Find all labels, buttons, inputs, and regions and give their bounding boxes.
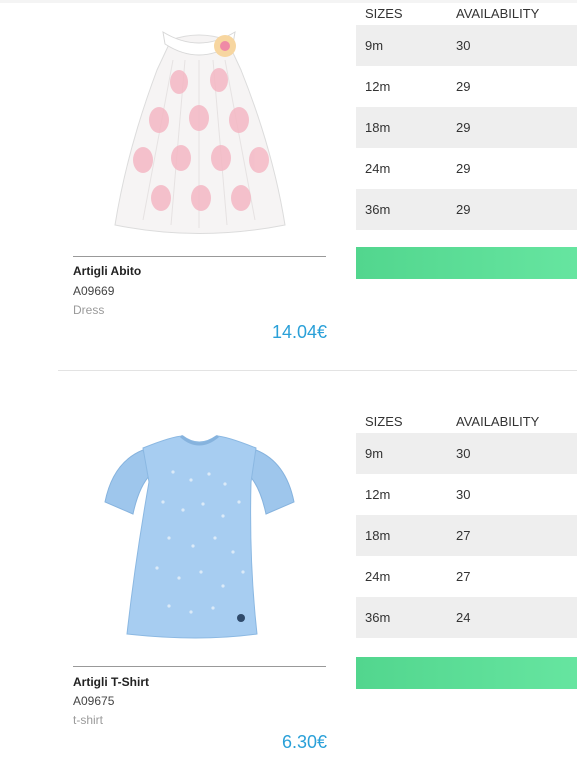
availability-cell: 30: [456, 487, 471, 502]
availability-cell: 27: [447, 515, 577, 556]
product-code: A09669: [73, 284, 115, 298]
sizes-header: SIZES: [365, 6, 403, 21]
size-cell: 12m: [365, 79, 391, 94]
product-code: A09675: [73, 694, 115, 708]
size-cell: 24m: [365, 161, 391, 176]
table-row: 9m 30: [356, 25, 577, 66]
add-to-cart-button[interactable]: [356, 657, 577, 689]
table-row: 9m 30: [356, 433, 577, 474]
table-row: 12m 30: [356, 474, 577, 515]
product-category: t-shirt: [73, 713, 103, 727]
size-cell: 9m: [356, 433, 447, 474]
size-cell: 24m: [365, 569, 391, 584]
table-row: 12m 29: [356, 66, 577, 107]
sizes-header: SIZES: [365, 414, 403, 429]
add-to-cart-button[interactable]: [356, 247, 577, 279]
size-cell: 18m: [356, 107, 447, 148]
availability-cell: 29: [456, 79, 471, 94]
availability-cell: 29: [447, 189, 577, 230]
table-row: 18m 29: [356, 107, 577, 148]
availability-cell: 24: [447, 597, 577, 638]
size-cell: 9m: [356, 25, 447, 66]
product-image[interactable]: [73, 422, 326, 652]
product-name[interactable]: Artigli Abito: [73, 264, 141, 278]
table-row: 18m 27: [356, 515, 577, 556]
availability-header: AVAILABILITY: [456, 6, 540, 21]
availability-cell: 29: [456, 161, 471, 176]
table-row: 36m 29: [356, 189, 577, 230]
availability-cell: 29: [447, 107, 577, 148]
availability-cell: 30: [447, 25, 577, 66]
availability-cell: 27: [456, 569, 471, 584]
product-price: 14.04€: [271, 322, 327, 342]
table-row: 24m 29: [356, 148, 577, 189]
product-price: 6.30€: [281, 732, 327, 752]
name-divider: [73, 256, 326, 257]
name-divider: [73, 666, 326, 667]
table-row: 36m 24: [356, 597, 577, 638]
availability-header: AVAILABILITY: [456, 414, 540, 429]
size-availability-table: SIZES AVAILABILITY 9m 30 12m 30 18m 27 24m 2…: [356, 410, 577, 638]
product-image[interactable]: [73, 10, 326, 240]
size-cell: 36m: [356, 189, 447, 230]
product-card: Artigli Abito A09669 Dress 14.04€ SIZES …: [0, 0, 577, 372]
availability-cell: 30: [447, 433, 577, 474]
product-divider: [58, 370, 577, 371]
size-cell: 18m: [356, 515, 447, 556]
size-availability-table: SIZES AVAILABILITY 9m 30 12m 29 18m 29 24m 2…: [356, 2, 577, 230]
product-category: Dress: [73, 303, 105, 317]
product-name[interactable]: Artigli T-Shirt: [73, 675, 149, 689]
product-card: Artigli T-Shirt A09675 t-shirt 6.30€ SIZ…: [0, 372, 577, 770]
table-row: 24m 27: [356, 556, 577, 597]
size-cell: 12m: [365, 487, 391, 502]
size-cell: 36m: [356, 597, 447, 638]
